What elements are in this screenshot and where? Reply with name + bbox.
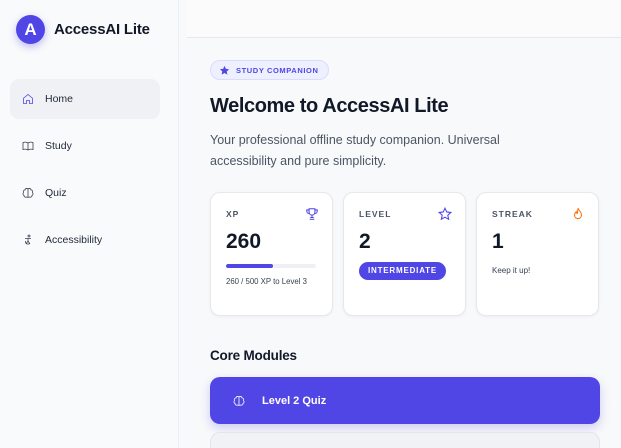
core-modules-title: Core Modules [210,348,297,363]
xp-note: 260 / 500 XP to Level 3 [226,277,307,286]
sidebar-nav: Home Study Quiz Accessibility [10,79,160,267]
main-content: STUDY COMPANION Welcome to AccessAI Lite… [210,60,600,448]
module-label: Level 2 Quiz [262,394,327,407]
top-bar [187,0,621,38]
streak-label: STREAK [492,209,533,219]
xp-value: 260 [226,230,262,253]
xp-card: XP 260 260 / 500 XP to Level 3 [210,192,333,316]
streak-note: Keep it up! [492,266,531,275]
accessibility-icon [25,234,31,245]
book-icon [22,141,34,151]
sidebar-item-study[interactable]: Study [10,126,160,166]
app-name: AccessAI Lite [54,21,150,38]
flame-icon [573,207,583,220]
trophy-icon [306,208,318,220]
brain-icon [22,188,34,198]
sidebar-item-accessibility[interactable]: Accessibility [10,220,160,260]
badge-label: STUDY COMPANION [236,65,319,75]
sidebar-item-label: Study [45,140,72,152]
level-card: LEVEL 2 INTERMEDIATE [343,192,466,316]
brand[interactable]: A AccessAI Lite [16,15,150,44]
sidebar: A AccessAI Lite Home Study Quiz Accessib… [0,0,179,448]
sidebar-item-label: Accessibility [45,234,103,246]
level-label: LEVEL [359,209,392,219]
sidebar-item-home[interactable]: Home [10,79,160,119]
star-badge-icon [219,65,230,75]
app-logo: A [16,15,45,44]
home-icon [23,93,33,104]
level-value: 2 [359,230,371,253]
study-companion-badge: STUDY COMPANION [210,60,330,80]
streak-value: 1 [492,230,504,253]
xp-progress-bar [226,264,316,268]
xp-progress-fill [226,264,273,268]
level-tier-badge: INTERMEDIATE [359,262,447,280]
sidebar-item-label: Quiz [45,187,67,199]
star-icon [438,207,452,221]
sidebar-item-quiz[interactable]: Quiz [10,173,160,213]
level-2-quiz-button[interactable]: Level 2 Quiz [210,377,600,424]
xp-label: XP [226,209,240,219]
page-title: Welcome to AccessAI Lite [210,94,449,117]
page-subtitle: Your professional offline study companio… [210,132,500,168]
streak-card: STREAK 1 Keep it up! [476,192,599,316]
module-card[interactable] [210,432,600,448]
sidebar-item-label: Home [45,93,74,105]
stats-cards: XP 260 260 / 500 XP to Level 3 LEVEL 2 I… [210,192,599,316]
brain-icon [233,395,245,406]
